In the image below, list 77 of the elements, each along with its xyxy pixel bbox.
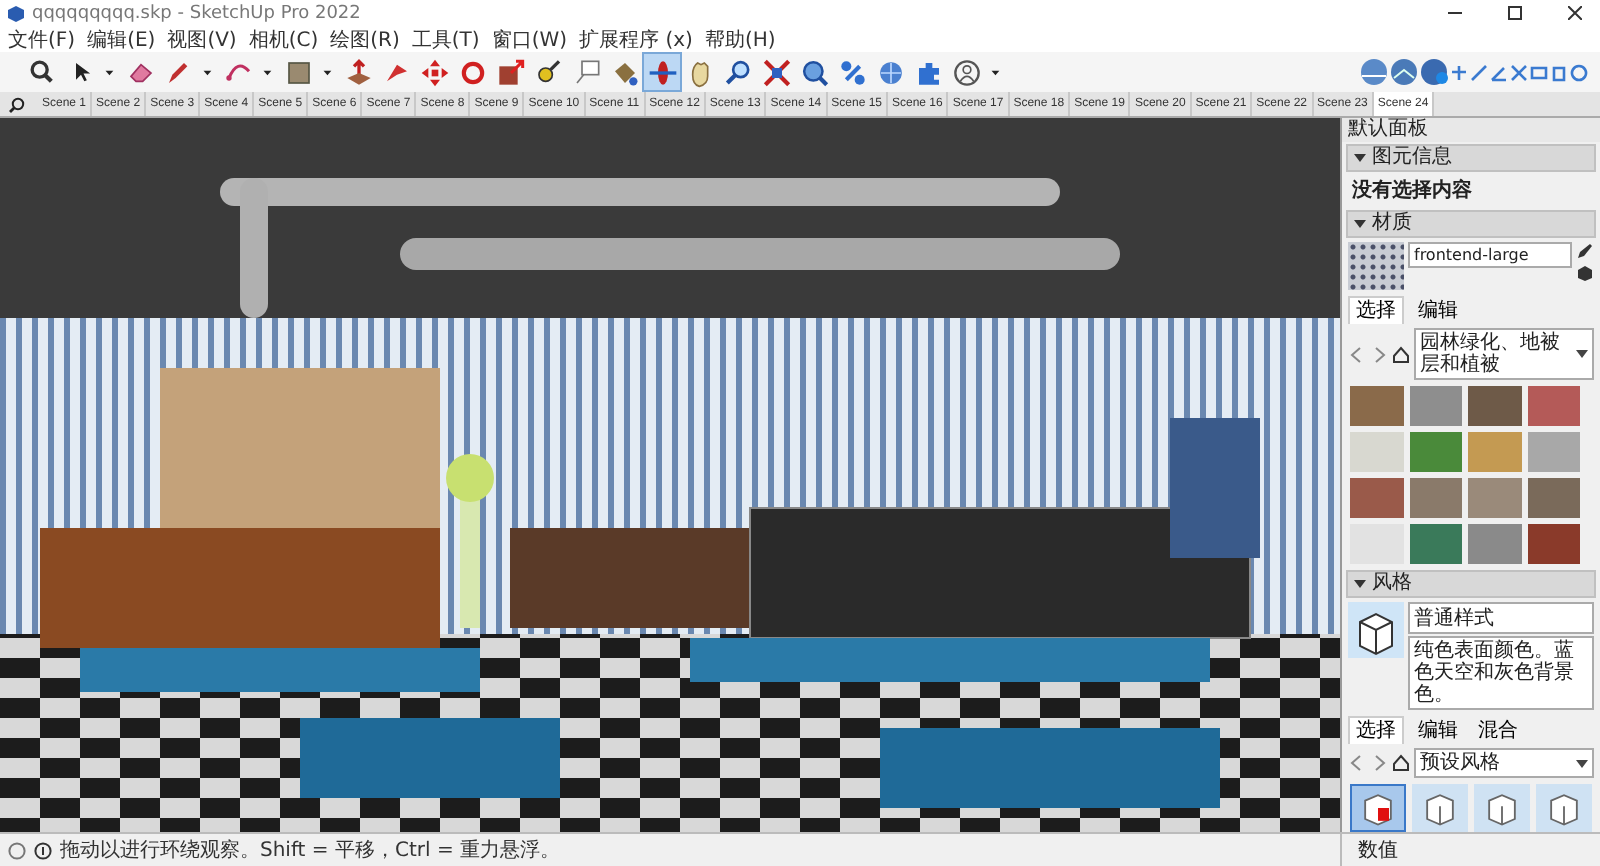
tab[interactable]: 编辑 (1412, 716, 1464, 744)
back-icon[interactable] (1348, 754, 1366, 772)
tab[interactable]: 选择 (1348, 296, 1404, 324)
material-swatch[interactable] (1468, 386, 1521, 426)
orbit-icon[interactable] (644, 54, 680, 90)
menu-item[interactable]: 工具(T) (411, 25, 480, 53)
back-icon[interactable] (1348, 345, 1366, 363)
material-swatch[interactable] (1350, 478, 1403, 518)
panel-header[interactable]: 材质 (1346, 210, 1596, 238)
menu-item[interactable]: 帮助(H) (704, 25, 776, 53)
style-thumbnail[interactable] (1536, 784, 1592, 832)
cube-icon[interactable] (1576, 264, 1594, 282)
material-swatch[interactable] (1468, 524, 1521, 564)
tab[interactable]: 选择 (1348, 716, 1404, 744)
status-hint: 拖动以进行环绕观察。Shift = 平移，Ctrl = 重力悬浮。 (60, 837, 560, 864)
menu-item[interactable]: 文件(F) (8, 25, 76, 53)
material-swatch[interactable] (1409, 432, 1462, 472)
library-dropdown[interactable]: 园林绿化、地被层和植被 (1414, 328, 1594, 380)
globe-icon[interactable] (1420, 58, 1448, 86)
entity-info-text: 没有选择内容 (1350, 176, 1474, 206)
panel-header[interactable]: 风格 (1346, 570, 1596, 598)
tab[interactable]: 编辑 (1412, 296, 1464, 324)
style-description-field[interactable]: 纯色表面颜色。蓝色天空和灰色背景色。 (1408, 636, 1594, 710)
expand-icon[interactable] (1354, 218, 1366, 230)
info-icon[interactable] (34, 841, 52, 859)
menu-item[interactable]: 相机(C) (248, 25, 319, 53)
menu-item[interactable]: 视图(V) (167, 25, 237, 53)
style-thumbnail[interactable] (1474, 784, 1530, 832)
caret-icon[interactable] (1576, 757, 1588, 769)
help-icon[interactable] (8, 841, 26, 859)
material-swatch[interactable] (1409, 478, 1462, 518)
toolbar-icon[interactable] (1470, 63, 1488, 81)
style-preview (1348, 602, 1404, 658)
material-swatch[interactable] (1527, 524, 1580, 564)
material-swatch[interactable] (1468, 432, 1521, 472)
material-name-field[interactable]: frontend-large (1408, 242, 1572, 268)
menu-item[interactable]: 窗口(W) (491, 25, 568, 53)
zoom-extents-icon[interactable] (758, 54, 794, 90)
material-swatch[interactable] (1350, 432, 1403, 472)
panel-title: 材质 (1372, 212, 1412, 236)
toolbar-icon[interactable] (1510, 63, 1528, 81)
menu-item[interactable]: 编辑(E) (87, 25, 156, 53)
panel-header[interactable]: 图元信息 (1346, 144, 1596, 172)
material-swatch[interactable] (1409, 524, 1462, 564)
toolbar-icon[interactable] (1490, 63, 1508, 81)
material-swatch[interactable] (1409, 386, 1462, 426)
material-swatch[interactable] (1350, 386, 1403, 426)
material-swatch[interactable] (1527, 386, 1580, 426)
search-icon[interactable] (8, 95, 26, 113)
globe-icon[interactable] (1390, 58, 1418, 86)
tab[interactable]: 混合 (1472, 716, 1524, 744)
measurements-label: 数值 (1358, 838, 1398, 864)
expand-icon[interactable] (1354, 578, 1366, 590)
pencil-icon[interactable] (1576, 242, 1594, 260)
app-icon (8, 5, 24, 21)
expand-icon[interactable] (1354, 152, 1366, 164)
caret-icon[interactable] (1576, 348, 1588, 360)
globe-icon[interactable] (1360, 58, 1388, 86)
menu-item[interactable]: 绘图(R) (330, 25, 400, 53)
panel-title: 风格 (1372, 572, 1412, 596)
material-swatch[interactable] (1527, 432, 1580, 472)
material-swatch[interactable] (1468, 478, 1521, 518)
person-icon[interactable] (948, 54, 984, 90)
home-icon[interactable] (1392, 345, 1410, 363)
panel-title: 图元信息 (1372, 146, 1452, 170)
material-swatch[interactable] (1527, 478, 1580, 518)
style-thumbnail[interactable] (1412, 784, 1468, 832)
style-name-field[interactable]: 普通样式 (1408, 602, 1594, 634)
material-preview (1348, 242, 1404, 290)
toolbar-icon[interactable] (1450, 63, 1468, 81)
home-icon[interactable] (1392, 754, 1410, 772)
style-collection-dropdown[interactable]: 预设风格 (1414, 748, 1594, 778)
style-thumbnail[interactable] (1350, 784, 1406, 832)
tray-title: 默认面板 (1342, 118, 1600, 142)
menu-item[interactable]: 扩展程序 (x) (579, 25, 693, 53)
window-title: qqqqqqqqq.skp - SketchUp Pro 2022 (32, 3, 361, 23)
move-icon[interactable] (416, 54, 452, 90)
